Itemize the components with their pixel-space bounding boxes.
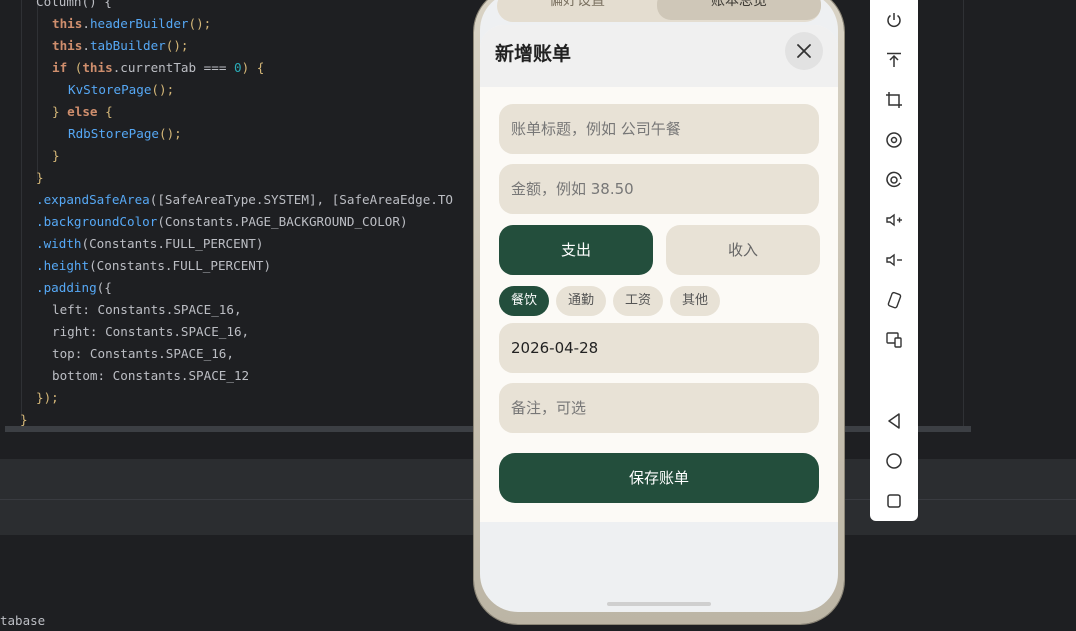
save-bill-button[interactable]: 保存账单	[499, 453, 819, 503]
code-line: } else {	[52, 104, 113, 119]
code-line: .width(Constants.FULL_PERCENT)	[36, 236, 264, 251]
volume-up-icon	[886, 213, 902, 227]
bill-title-input[interactable]: 账单标题，例如 公司午餐	[499, 104, 819, 154]
code-line: .backgroundColor(Constants.PAGE_BACKGROU…	[36, 214, 408, 229]
screenshot-icon	[886, 171, 902, 188]
recent-apps-button[interactable]	[870, 486, 918, 516]
expense-button[interactable]: 支出	[499, 225, 653, 275]
console-text: tabase	[0, 613, 46, 628]
add-bill-sheet: 新增账单 账单标题，例如 公司午餐 金额，例如 38.50 支出 收入 餐饮 通…	[480, 25, 838, 522]
code-line: });	[36, 390, 59, 405]
pin-top-icon	[887, 52, 901, 67]
pin-top-button[interactable]	[870, 45, 918, 75]
income-button[interactable]: 收入	[666, 225, 820, 275]
top-tab-bar: 偏好设置 账本总览	[497, 0, 821, 22]
code-line: KvStorePage();	[68, 82, 175, 97]
phone-screen: 偏好设置 账本总览 新增账单 账单标题，例如 公司午餐 金额，例如 38.50 …	[480, 0, 838, 612]
code-line: .height(Constants.FULL_PERCENT)	[36, 258, 272, 273]
code-line: .padding({	[36, 280, 112, 295]
category-chip-commute[interactable]: 通勤	[556, 286, 606, 316]
close-button[interactable]	[785, 32, 823, 70]
date-field[interactable]: 2026-04-28	[499, 323, 819, 373]
tab-ledger-overview[interactable]: 账本总览	[657, 0, 821, 20]
code-line: if (this.currentTab === 0) {	[52, 60, 265, 75]
back-button[interactable]	[870, 406, 918, 436]
note-input[interactable]: 备注，可选	[499, 383, 819, 433]
recent-apps-icon	[887, 494, 901, 508]
tab-preferences[interactable]: 偏好设置	[497, 0, 657, 22]
multi-screen-button[interactable]	[870, 325, 918, 355]
emulator-toolbar	[870, 0, 918, 521]
code-line: RdbStorePage();	[68, 126, 182, 141]
code-line: this.headerBuilder();	[52, 16, 212, 31]
back-icon	[888, 413, 900, 429]
home-icon	[886, 453, 902, 469]
category-chip-other[interactable]: 其他	[670, 286, 720, 316]
amount-input[interactable]: 金额，例如 38.50	[499, 164, 819, 214]
screenshot-button[interactable]	[870, 165, 918, 195]
sheet-title: 新增账单	[495, 43, 572, 65]
volume-down-button[interactable]	[870, 245, 918, 275]
rotate-button[interactable]	[870, 125, 918, 155]
shake-icon	[887, 291, 902, 309]
indent-guide	[21, 0, 22, 420]
close-icon	[797, 44, 811, 58]
rotate-icon	[886, 132, 902, 148]
shake-button[interactable]	[870, 285, 918, 315]
category-chip-salary[interactable]: 工资	[613, 286, 663, 316]
home-indicator[interactable]	[607, 602, 711, 606]
multi-screen-icon	[886, 332, 902, 348]
code-line: bottom: Constants.SPACE_12	[52, 368, 250, 383]
sheet-header: 新增账单	[480, 25, 838, 87]
code-line: .expandSafeArea([SafeAreaType.SYSTEM], […	[36, 192, 454, 207]
code-line: this.tabBuilder();	[52, 38, 189, 53]
bill-title-placeholder: 账单标题，例如 公司午餐	[511, 120, 681, 138]
date-value: 2026-04-28	[511, 339, 599, 357]
amount-placeholder: 金额，例如 38.50	[511, 180, 634, 198]
power-button[interactable]	[870, 5, 918, 35]
volume-down-icon	[886, 253, 902, 267]
code-line: Column() {	[36, 0, 112, 9]
indent-guide	[37, 0, 38, 180]
category-chip-dining[interactable]: 餐饮	[499, 286, 549, 316]
code-line: right: Constants.SPACE_16,	[52, 324, 250, 339]
crop-button[interactable]	[870, 85, 918, 115]
note-placeholder: 备注，可选	[511, 399, 587, 417]
code-line: }	[36, 170, 44, 185]
volume-up-button[interactable]	[870, 205, 918, 235]
home-button[interactable]	[870, 446, 918, 476]
code-line: }	[52, 148, 60, 163]
right-margin-guide	[963, 0, 964, 430]
crop-icon	[886, 92, 902, 108]
code-line: top: Constants.SPACE_16,	[52, 346, 234, 361]
code-line: left: Constants.SPACE_16,	[52, 302, 242, 317]
power-icon	[887, 13, 901, 28]
